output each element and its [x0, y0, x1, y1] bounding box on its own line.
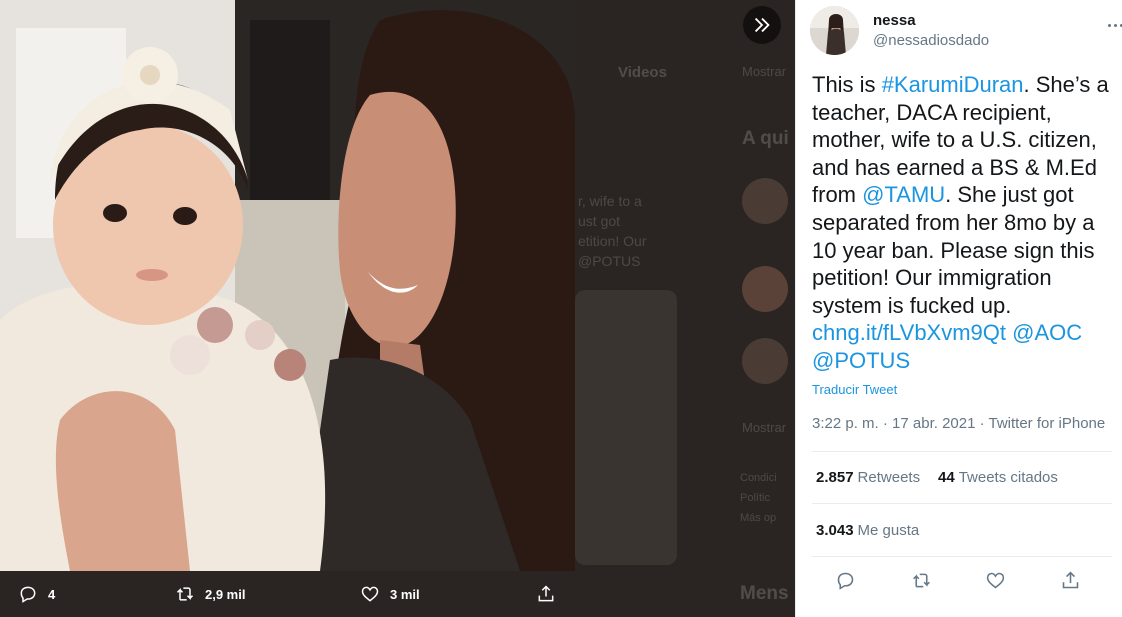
tweet-photo[interactable] — [0, 0, 575, 571]
translate-tweet-link[interactable]: Traducir Tweet — [812, 382, 897, 397]
retweets-label: Retweets — [857, 469, 921, 486]
bg-show-more: Mostrar — [742, 420, 787, 435]
share-button[interactable] — [1058, 568, 1082, 592]
reply-button[interactable] — [833, 568, 857, 592]
tweet-author: nessa @nessadiosdado — [810, 6, 1122, 56]
avatar-image — [810, 6, 859, 55]
divider — [812, 451, 1112, 452]
share-icon — [538, 585, 554, 602]
bg-snippet-2: ust got — [578, 213, 621, 229]
like-icon — [986, 572, 1004, 589]
expand-icon[interactable] — [743, 6, 781, 44]
more-icon[interactable] — [1103, 16, 1122, 34]
tweet-detail-panel: nessa @nessadiosdado This is #KarumiDura… — [795, 0, 1122, 617]
tweet-action-bar — [812, 560, 1112, 600]
bg-snippet-4: @POTUS — [578, 253, 641, 269]
likes-value: 3.043 — [816, 522, 854, 539]
retweet-icon — [912, 573, 930, 587]
share-button[interactable] — [536, 571, 556, 617]
avatar[interactable] — [810, 6, 859, 55]
author-handle[interactable]: @nessadiosdado — [873, 32, 989, 49]
like-count: 3 mil — [390, 586, 420, 602]
reply-count: 4 — [48, 586, 56, 602]
quotes-label: Tweets citados — [958, 469, 1058, 486]
mention-link[interactable]: @AOC — [1012, 320, 1082, 345]
divider — [812, 503, 1112, 504]
likes-stat[interactable]: 3.043 Me gusta — [816, 522, 919, 539]
hashtag-link[interactable]: #KarumiDuran — [882, 72, 1024, 97]
retweet-button[interactable]: 2,9 mil — [175, 571, 245, 617]
reply-button[interactable]: 4 — [18, 571, 55, 617]
retweet-button[interactable] — [909, 568, 933, 592]
retweets-value: 2.857 — [816, 469, 854, 486]
bg-tab-videos: Videos — [618, 64, 667, 81]
bg-footer-link: Condici — [740, 472, 777, 484]
retweet-count: 2,9 mil — [205, 586, 246, 602]
retweet-icon — [176, 587, 194, 601]
bg-show-more: Mostrar — [742, 64, 787, 79]
bg-avatar — [742, 338, 788, 384]
tweet-timestamp[interactable]: 3:22 p. m. · 17 abr. 2021 · Twitter for … — [812, 415, 1105, 432]
url-link[interactable]: chng.it/fLVbXvm9Qt — [812, 320, 1006, 345]
like-icon — [361, 586, 379, 602]
quotes-stat[interactable]: 44 Tweets citados — [938, 469, 1058, 486]
divider — [812, 556, 1112, 557]
share-icon — [1062, 571, 1078, 588]
bg-footer-link: Más op — [740, 512, 777, 524]
bg-avatar — [742, 178, 788, 224]
tweet-media-viewer: Videos Mostrar A qui r, wife to a ust go… — [0, 0, 1122, 617]
mention-link[interactable]: @TAMU — [862, 182, 945, 207]
reply-icon — [20, 586, 36, 603]
bg-avatar — [742, 266, 788, 312]
tweet-text-segment: This is — [812, 72, 882, 97]
reply-icon — [837, 572, 853, 590]
bg-snippet-1: r, wife to a — [578, 193, 642, 209]
retweets-stat[interactable]: 2.857 Retweets — [816, 469, 920, 486]
mention-link[interactable]: @POTUS — [812, 348, 910, 373]
author-name[interactable]: nessa — [873, 12, 916, 29]
media-area: Videos Mostrar A qui r, wife to a ust go… — [0, 0, 795, 617]
quotes-value: 44 — [938, 469, 955, 486]
media-action-bar: 4 2,9 mil 3 mil — [0, 571, 575, 617]
bg-messages: Mens — [740, 583, 789, 604]
bg-image-card — [575, 290, 677, 565]
bg-footer-link: Polític — [740, 492, 770, 504]
bg-snippet-3: etition! Our — [578, 233, 647, 249]
like-button[interactable]: 3 mil — [360, 571, 420, 617]
tweet-text: This is #KarumiDuran. She’s a teacher, D… — [812, 71, 1117, 375]
photo-mother-and-baby — [0, 0, 575, 571]
like-button[interactable] — [983, 568, 1007, 592]
bg-who-to-follow: A qui — [742, 128, 789, 149]
likes-label: Me gusta — [857, 522, 920, 539]
